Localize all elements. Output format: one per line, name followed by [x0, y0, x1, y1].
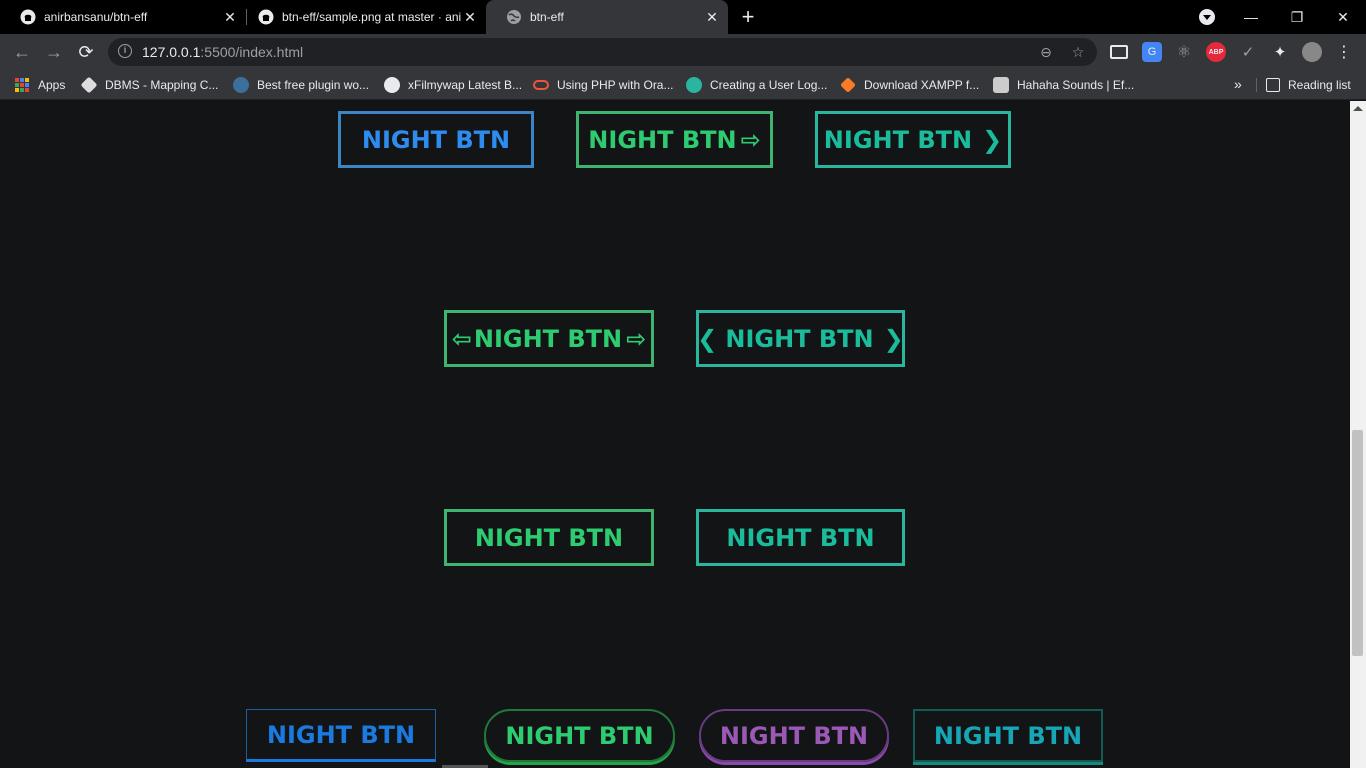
chevron-right-icon: ❯ — [883, 324, 904, 353]
button-label: NIGHT BTN — [473, 324, 623, 353]
bookmark-label: Best free plugin wo... — [257, 78, 370, 92]
browser-toolbar: ← → ⟳ i 127.0.0.1:5500/index.html ⊖ ☆ G … — [0, 34, 1366, 70]
night-button-chevron-right[interactable]: NIGHT BTN ❯ — [815, 111, 1011, 168]
address-bar[interactable]: i 127.0.0.1:5500/index.html ⊖ ☆ — [108, 38, 1097, 66]
bookmark-label: Using PHP with Ora... — [557, 78, 674, 92]
bookmark-label: Download XAMPP f... — [864, 78, 980, 92]
extensions-puzzle-icon[interactable]: ✦ — [1270, 42, 1290, 62]
button-label: NIGHT BTN — [505, 721, 654, 750]
forward-button[interactable]: → — [42, 40, 66, 64]
button-label: NIGHT BTN — [266, 720, 416, 749]
tab-close-icon[interactable]: ✕ — [222, 9, 238, 25]
bookmark-oracle[interactable]: Using PHP with Ora... — [533, 76, 673, 94]
button-label: NIGHT BTN — [823, 125, 973, 154]
arrow-left-icon: ⇦ — [451, 324, 472, 353]
tab-btn-eff[interactable]: btn-eff ✕ — [486, 0, 728, 34]
chevron-left-icon: ❮ — [697, 324, 718, 353]
new-tab-button[interactable]: + — [738, 6, 758, 28]
button-label: NIGHT BTN — [719, 721, 869, 750]
address-url[interactable]: 127.0.0.1:5500/index.html — [142, 44, 303, 60]
chevron-right-icon: ❯ — [982, 125, 1003, 154]
tab-close-icon[interactable]: ✕ — [462, 9, 478, 25]
close-window-button[interactable]: ✕ — [1320, 0, 1366, 34]
bookmark-user-login[interactable]: Creating a User Log... — [686, 76, 827, 94]
night-button-cyan[interactable]: NIGHT BTN — [913, 709, 1103, 762]
xampp-icon — [840, 77, 856, 93]
reading-list-label: Reading list — [1288, 78, 1351, 92]
check-extension-icon[interactable]: ✓ — [1238, 42, 1258, 62]
bookmark-label: Apps — [38, 78, 66, 92]
profile-avatar[interactable] — [1302, 42, 1322, 62]
arrow-right-icon: ⇨ — [740, 125, 761, 154]
tab-github-sample[interactable]: btn-eff/sample.png at master · anirbansa… — [238, 0, 486, 34]
site-info-icon[interactable]: i — [118, 44, 132, 58]
react-devtools-icon[interactable]: ⚛ — [1174, 42, 1194, 62]
night-button-teal[interactable]: NIGHT BTN — [696, 509, 905, 566]
bookmark-dbms[interactable]: DBMS - Mapping C... — [80, 76, 219, 94]
bookmark-star-icon[interactable]: ☆ — [1070, 44, 1086, 60]
apps-grid-icon — [15, 78, 29, 92]
night-button-arrow-right[interactable]: NIGHT BTN ⇨ — [576, 111, 773, 168]
night-button-chevrons-both[interactable]: ❮ NIGHT BTN ❯ — [696, 310, 905, 367]
bookmark-wordpress[interactable]: Best free plugin wo... — [233, 76, 369, 94]
translate-icon[interactable]: G — [1142, 42, 1162, 62]
back-button[interactable]: ← — [10, 40, 34, 64]
scroll-up-icon[interactable] — [1353, 106, 1363, 111]
bookmark-label: DBMS - Mapping C... — [105, 78, 219, 92]
tab-strip: anirbansanu/btn-eff ✕ btn-eff/sample.png… — [0, 0, 1366, 34]
bookmark-label: Hahaha Sounds | Ef... — [1017, 78, 1135, 92]
night-button-arrows-both[interactable]: ⇦ NIGHT BTN ⇨ — [444, 310, 654, 367]
sound-effects-icon — [993, 77, 1009, 93]
oracle-icon — [533, 80, 549, 90]
reading-list-icon — [1266, 78, 1280, 92]
bookmarks-bar: Apps DBMS - Mapping C... Best free plugi… — [0, 70, 1366, 100]
button-label: NIGHT BTN — [588, 125, 737, 154]
menu-kebab-icon[interactable]: ⋮ — [1334, 42, 1354, 62]
github-icon — [20, 9, 36, 25]
globe-icon — [507, 10, 521, 24]
bookmark-apps[interactable]: Apps — [15, 76, 65, 94]
bookmark-label: Creating a User Log... — [710, 78, 828, 92]
tab-title: btn-eff/sample.png at master · anirbansa… — [282, 10, 462, 24]
tab-close-icon[interactable]: ✕ — [704, 9, 720, 25]
tab-title: anirbansanu/btn-eff — [44, 10, 148, 24]
scrollbar-thumb[interactable] — [1352, 430, 1363, 656]
button-label: NIGHT BTN — [933, 721, 1083, 750]
night-button-green-pill[interactable]: NIGHT BTN — [484, 709, 675, 762]
github-icon — [258, 9, 274, 25]
minimize-button[interactable]: — — [1228, 0, 1274, 34]
adblock-icon[interactable]: ABP — [1206, 42, 1226, 62]
globe-icon — [384, 77, 400, 93]
zoom-icon[interactable]: ⊖ — [1038, 44, 1054, 60]
button-label: NIGHT BTN — [361, 125, 511, 154]
url-path: :5500/index.html — [200, 44, 304, 60]
tab-github-repo[interactable]: anirbansanu/btn-eff ✕ — [0, 0, 246, 34]
bookmark-label: xFilmywap Latest B... — [408, 78, 523, 92]
reading-list-button[interactable]: Reading list — [1266, 76, 1351, 94]
tab-title: btn-eff — [530, 10, 564, 24]
arrow-right-icon: ⇨ — [626, 324, 647, 353]
bookmark-xampp[interactable]: Download XAMPP f... — [840, 76, 979, 94]
tab-search-icon[interactable] — [1199, 9, 1215, 25]
night-button-blue-underline[interactable]: NIGHT BTN — [246, 709, 436, 762]
divider — [1256, 78, 1257, 92]
wordpress-icon — [233, 77, 249, 93]
restore-button[interactable]: ❐ — [1274, 0, 1320, 34]
bookmark-xfilmywap[interactable]: xFilmywap Latest B... — [384, 76, 522, 94]
dbms-icon — [80, 76, 98, 94]
bookmark-hahaha-sounds[interactable]: Hahaha Sounds | Ef... — [993, 76, 1134, 94]
night-button-green[interactable]: NIGHT BTN — [444, 509, 654, 566]
cast-icon[interactable] — [1110, 45, 1128, 59]
night-button-plain[interactable]: NIGHT BTN — [338, 111, 534, 168]
url-host: 127.0.0.1 — [142, 44, 201, 60]
reload-button[interactable]: ⟳ — [74, 40, 98, 64]
bookmarks-more-button[interactable]: » — [1234, 76, 1242, 92]
page-content: NIGHT BTN NIGHT BTN ⇨ NIGHT BTN ❯ ⇦ NIGHT B… — [0, 101, 1350, 768]
button-label: NIGHT BTN — [726, 523, 875, 552]
night-button-purple-pill[interactable]: NIGHT BTN — [699, 709, 889, 762]
codecourse-icon — [686, 77, 702, 93]
button-label: NIGHT BTN — [725, 324, 874, 353]
button-label: NIGHT BTN — [474, 523, 624, 552]
